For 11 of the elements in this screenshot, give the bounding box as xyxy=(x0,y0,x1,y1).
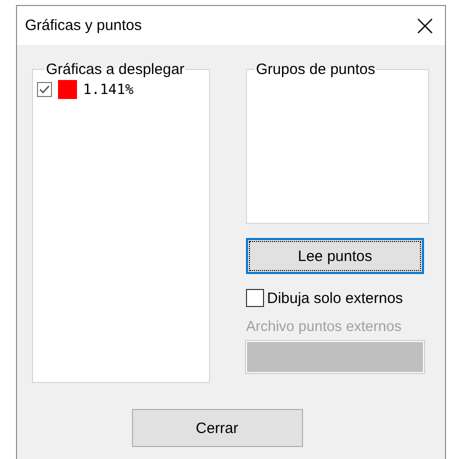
window-title: Gráficas y puntos xyxy=(25,17,142,34)
group-label: Grupos de puntos xyxy=(255,61,376,78)
close-button[interactable]: Cerrar xyxy=(132,409,302,447)
checkbox-label: Dibuja solo externos xyxy=(267,290,403,306)
group-label: Gráficas a desplegar xyxy=(45,61,186,78)
checkbox[interactable] xyxy=(37,82,52,97)
graph-label: 1.141% xyxy=(83,82,134,98)
field-label: Archivo puntos externos xyxy=(246,319,403,335)
close-icon[interactable] xyxy=(417,18,433,34)
read-points-button[interactable]: Lee puntos xyxy=(246,238,424,274)
checkbox[interactable] xyxy=(246,289,264,307)
